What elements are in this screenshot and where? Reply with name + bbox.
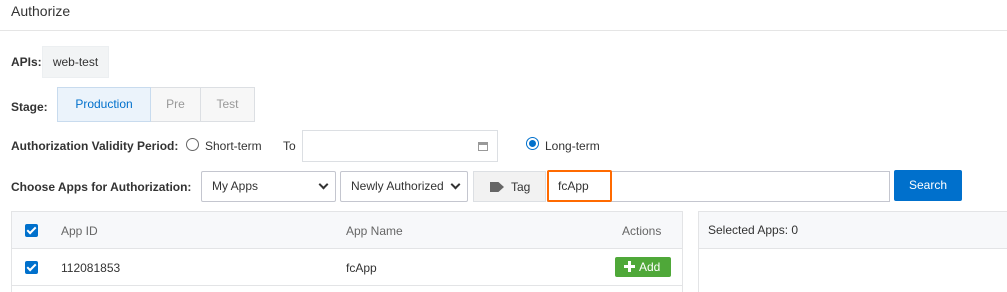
app-name-cell: fcApp (346, 261, 377, 275)
stage-option-test[interactable]: Test (200, 87, 255, 122)
short-term-radio[interactable] (186, 138, 199, 151)
stage-option-pre[interactable]: Pre (150, 87, 201, 122)
to-label: To (283, 139, 296, 153)
select-all-checkbox[interactable] (25, 224, 38, 237)
choose-apps-label: Choose Apps for Authorization: (11, 180, 192, 194)
calendar-icon[interactable] (478, 142, 488, 151)
stage-option-production[interactable]: Production (57, 87, 151, 122)
app-id-cell: 112081853 (61, 261, 121, 275)
chevron-down-icon (318, 179, 329, 190)
add-app-label: Add (639, 260, 661, 274)
authorization-filter-value: Newly Authorized (351, 179, 444, 193)
stage-segmented-control: Production Pre Test (57, 87, 255, 122)
apps-scope-select[interactable]: My Apps (201, 171, 336, 202)
short-term-label: Short-term (205, 139, 262, 153)
column-header-actions: Actions (622, 224, 662, 238)
search-value-highlight (547, 170, 612, 202)
end-date-input[interactable] (302, 130, 498, 162)
search-button[interactable]: Search (894, 170, 962, 201)
apps-table: App ID App Name Actions 112081853 fcApp … (11, 211, 683, 292)
long-term-label: Long-term (545, 139, 600, 153)
tag-filter-button[interactable]: Tag (473, 171, 546, 202)
plus-icon (624, 261, 635, 272)
apps-scope-value: My Apps (212, 179, 259, 193)
authorization-filter-select[interactable]: Newly Authorized (340, 171, 468, 202)
table-row: 112081853 fcApp Add (12, 249, 682, 286)
chevron-down-icon (450, 179, 461, 190)
long-term-radio[interactable] (526, 137, 539, 150)
column-header-app-id: App ID (61, 224, 98, 238)
row-checkbox[interactable] (25, 261, 38, 274)
dialog-title: Authorize (11, 3, 71, 19)
apis-label: APIs: (11, 55, 42, 69)
column-header-app-name: App Name (346, 224, 403, 238)
selected-apps-count: Selected Apps: 0 (708, 223, 799, 237)
add-app-button[interactable]: Add (615, 257, 671, 277)
stage-label: Stage: (11, 100, 48, 114)
api-tag: web-test (42, 46, 109, 78)
validity-label: Authorization Validity Period: (11, 139, 179, 153)
tag-icon (490, 182, 504, 192)
selected-apps-header: Selected Apps: 0 (699, 212, 1007, 249)
dialog-header: Authorize (0, 0, 1007, 31)
tag-filter-label: Tag (511, 180, 531, 194)
table-header: App ID App Name Actions (12, 212, 682, 249)
selected-apps-panel: Selected Apps: 0 (698, 211, 1007, 292)
